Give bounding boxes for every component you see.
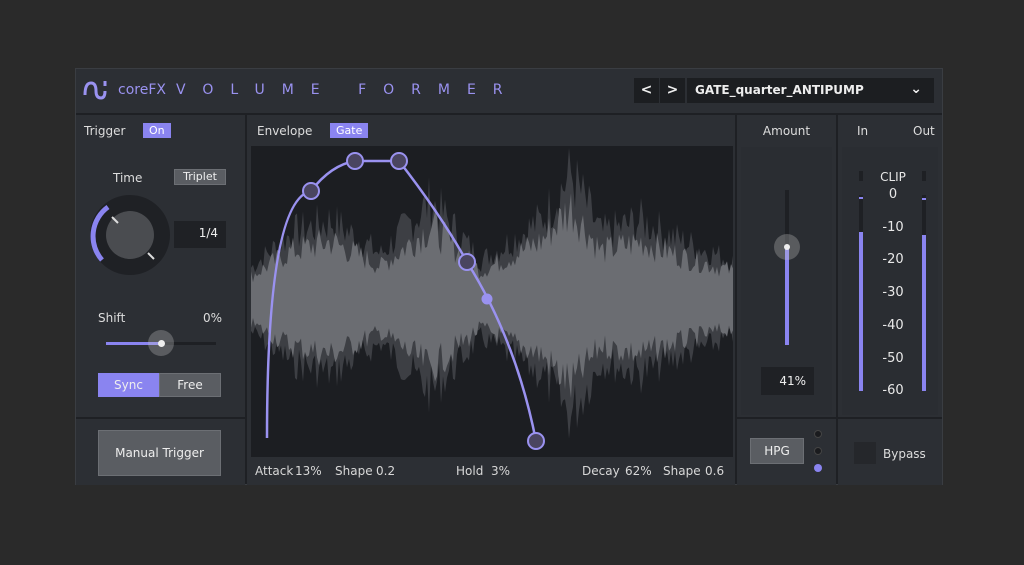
preset-name: GATE_quarter_ANTIPUMP <box>695 83 864 97</box>
next-preset-button[interactable]: > <box>660 78 685 103</box>
chevron-down-icon: ⌄ <box>910 81 922 97</box>
meter-tick: -30 <box>882 285 904 301</box>
envelope-handle[interactable] <box>390 152 408 170</box>
hold-label: Hold <box>456 464 484 478</box>
time-knob[interactable] <box>88 193 172 277</box>
envelope-handle[interactable] <box>346 152 364 170</box>
amount-value[interactable]: 41% <box>761 367 814 395</box>
out-clip-led[interactable] <box>922 171 926 181</box>
in-meter <box>859 195 863 391</box>
envelope-mode-toggle[interactable]: Gate <box>330 123 369 138</box>
shift-slider[interactable] <box>106 330 216 356</box>
filter-mode-led-1[interactable] <box>814 430 822 438</box>
hold-value[interactable]: 3% <box>491 464 510 478</box>
header: coreFX VOLUME FORMER < > GATE_quarter_AN… <box>76 69 942 113</box>
meter-tick: -60 <box>882 383 904 399</box>
meter-tick: -40 <box>882 317 904 333</box>
filter-mode-led-3[interactable] <box>814 464 822 472</box>
brand-name: coreFX <box>118 82 166 98</box>
bypass-label: Bypass <box>883 447 926 461</box>
envelope-label: Envelope <box>257 124 313 138</box>
time-label: Time <box>113 171 143 185</box>
sync-button[interactable]: Sync <box>98 373 159 397</box>
envelope-display[interactable] <box>251 146 733 457</box>
bypass-panel: Bypass <box>838 419 942 485</box>
envelope-handle[interactable] <box>481 293 493 305</box>
in-label: In <box>857 124 869 138</box>
hpg-button[interactable]: HPG <box>750 438 804 464</box>
shift-label: Shift <box>98 311 126 325</box>
filter-mode-led-2[interactable] <box>814 447 822 455</box>
preset-dropdown[interactable]: GATE_quarter_ANTIPUMP ⌄ <box>687 78 934 103</box>
bypass-checkbox[interactable] <box>854 442 876 464</box>
plugin-window: coreFX VOLUME FORMER < > GATE_quarter_AN… <box>75 68 943 485</box>
meter-panel: In Out CLIP 0 -10 -20 -30 -40 -50 -60 <box>838 115 942 417</box>
envelope-handle[interactable] <box>302 182 320 200</box>
free-button[interactable]: Free <box>159 373 221 397</box>
out-label: Out <box>913 124 935 138</box>
envelope-handle[interactable] <box>458 253 476 271</box>
shape2-label: Shape <box>663 464 701 478</box>
trigger-toggle[interactable]: On <box>143 123 171 138</box>
out-meter <box>922 195 926 391</box>
meter-tick: -50 <box>882 350 904 366</box>
meter-tick: -10 <box>882 219 904 235</box>
attack-value[interactable]: 13% <box>295 464 322 478</box>
corefx-logo-icon <box>83 81 107 100</box>
amount-panel: Amount 41% <box>737 115 836 417</box>
envelope-handle[interactable] <box>527 432 545 450</box>
decay-value[interactable]: 62% <box>625 464 652 478</box>
shape2-value[interactable]: 0.6 <box>705 464 724 478</box>
trigger-panel: Trigger On Time Triplet 1/4 Shift 0% Syn… <box>76 115 245 417</box>
attack-label: Attack <box>255 464 294 478</box>
meter-tick: -20 <box>882 252 904 268</box>
clip-label: CLIP <box>880 170 906 184</box>
decay-label: Decay <box>582 464 620 478</box>
envelope-panel: Envelope Gate Attack 13% Shape 0.2 Hold … <box>247 115 735 485</box>
hpg-panel: HPG <box>737 419 836 485</box>
shape1-label: Shape <box>335 464 373 478</box>
meter-tick: 0 <box>888 187 898 202</box>
trigger-label: Trigger <box>84 124 126 138</box>
amount-slider[interactable] <box>774 190 800 345</box>
manual-trigger-panel: Manual Trigger <box>76 419 245 485</box>
in-clip-led[interactable] <box>859 171 863 181</box>
plugin-title: VOLUME FORMER <box>176 82 520 98</box>
manual-trigger-button[interactable]: Manual Trigger <box>98 430 221 476</box>
time-value[interactable]: 1/4 <box>174 221 226 248</box>
amount-label: Amount <box>762 124 811 138</box>
prev-preset-button[interactable]: < <box>634 78 659 103</box>
triplet-button[interactable]: Triplet <box>174 169 226 185</box>
shift-value: 0% <box>203 311 223 325</box>
shape1-value[interactable]: 0.2 <box>376 464 395 478</box>
